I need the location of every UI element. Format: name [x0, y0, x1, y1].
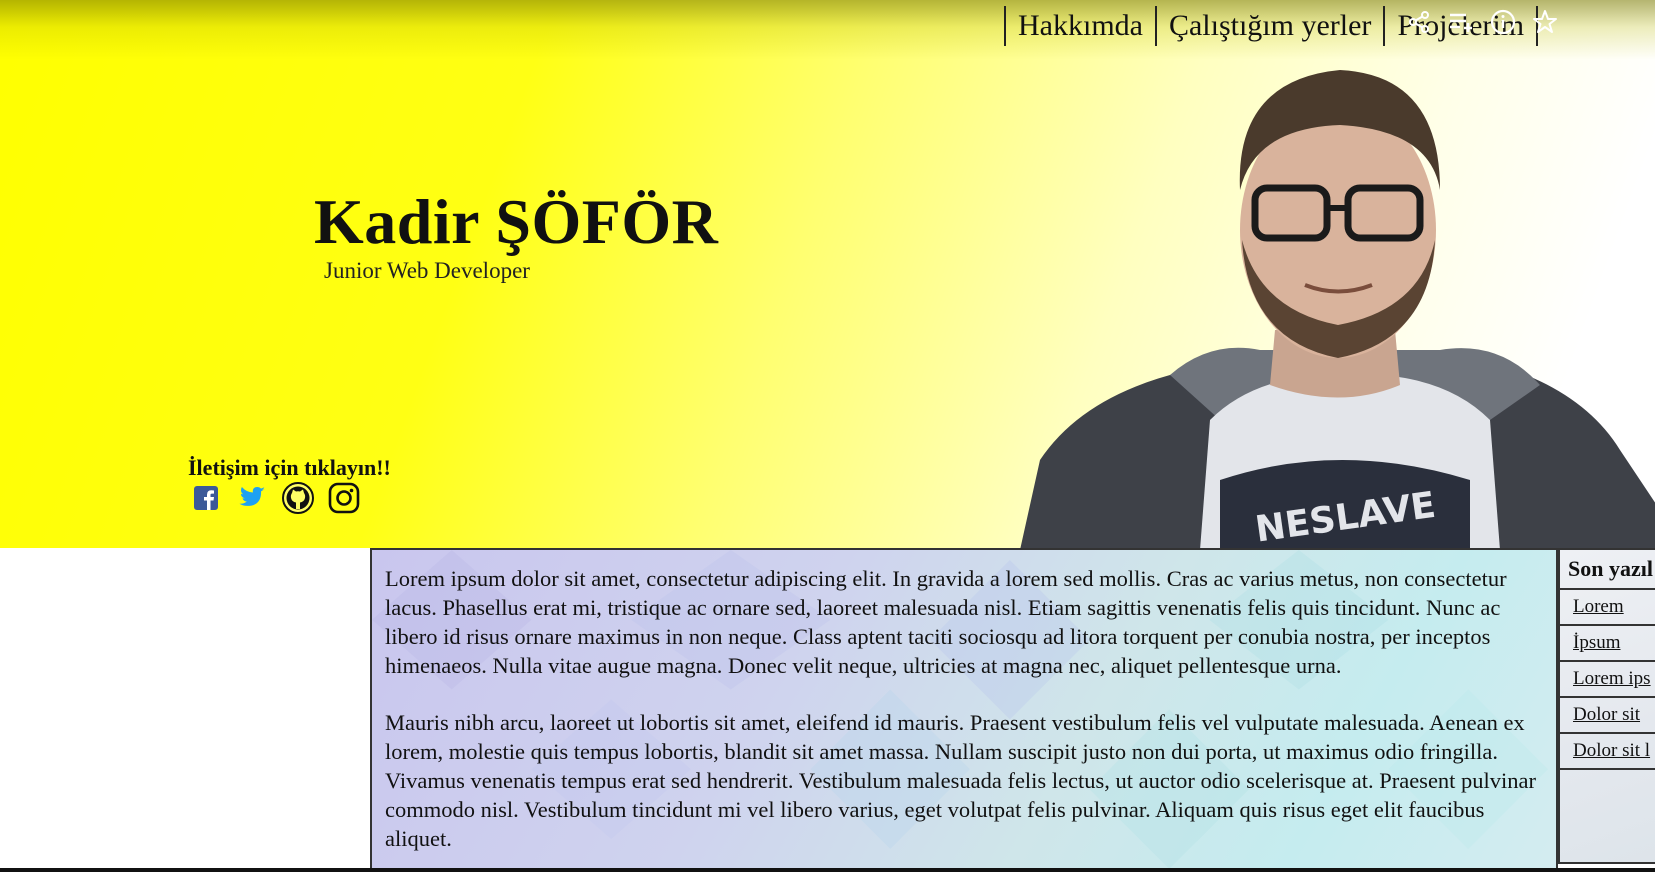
article-body: Lorem ipsum dolor sit amet, consectetur …	[372, 550, 1556, 853]
recent-post-link[interactable]: İpsum	[1573, 632, 1621, 653]
hero-role: Junior Web Developer	[324, 258, 530, 283]
facebook-icon[interactable]	[190, 482, 222, 514]
paragraph: Lorem ipsum dolor sit amet, consectetur …	[385, 566, 1507, 678]
page: NESLAVE Hakkımda Çalıştığım yerler Proje…	[0, 0, 1655, 872]
social-links	[190, 482, 360, 514]
recent-post-link[interactable]: Dolor sit	[1573, 704, 1640, 725]
sidebar-title: Son yazıl	[1560, 550, 1655, 590]
info-icon[interactable]	[1489, 8, 1517, 36]
playlist-icon[interactable]	[1447, 8, 1475, 36]
list-item: Dolor sit	[1560, 698, 1655, 734]
player-overlay-icons	[1405, 8, 1559, 36]
recent-posts-list: Lorem İpsum Lorem ips Dolor sit Dolor si…	[1560, 590, 1655, 770]
profile-photo: NESLAVE	[1020, 70, 1655, 548]
paragraph: Mauris nibh arcu, laoreet ut lobortis si…	[385, 710, 1537, 851]
instagram-icon[interactable]	[328, 482, 360, 514]
list-item: İpsum	[1560, 626, 1655, 662]
list-item: Lorem ips	[1560, 662, 1655, 698]
recent-post-link[interactable]: Dolor sit l	[1573, 740, 1650, 761]
star-icon[interactable]	[1531, 8, 1559, 36]
bottom-edge	[0, 868, 1655, 872]
recent-post-link[interactable]: Lorem ips	[1573, 668, 1651, 689]
share-icon[interactable]	[1405, 8, 1433, 36]
github-icon[interactable]	[282, 482, 314, 514]
nav-link-workplaces[interactable]: Çalıştığım yerler	[1154, 6, 1383, 46]
list-item: Dolor sit l	[1560, 734, 1655, 770]
list-item: Lorem	[1560, 590, 1655, 626]
recent-post-link[interactable]: Lorem	[1573, 596, 1624, 617]
nav-link-about[interactable]: Hakkımda	[1006, 6, 1155, 46]
twitter-icon[interactable]	[236, 482, 268, 514]
hero-banner: NESLAVE Hakkımda Çalıştığım yerler Proje…	[0, 0, 1655, 548]
main-content: Lorem ipsum dolor sit amet, consectetur …	[370, 548, 1558, 872]
contact-title: İletişim için tıklayın!!	[188, 455, 391, 480]
recent-posts-sidebar: Son yazıl Lorem İpsum Lorem ips Dolor si…	[1558, 548, 1655, 864]
hero-name: Kadir ŞÖFÖR	[314, 186, 719, 257]
